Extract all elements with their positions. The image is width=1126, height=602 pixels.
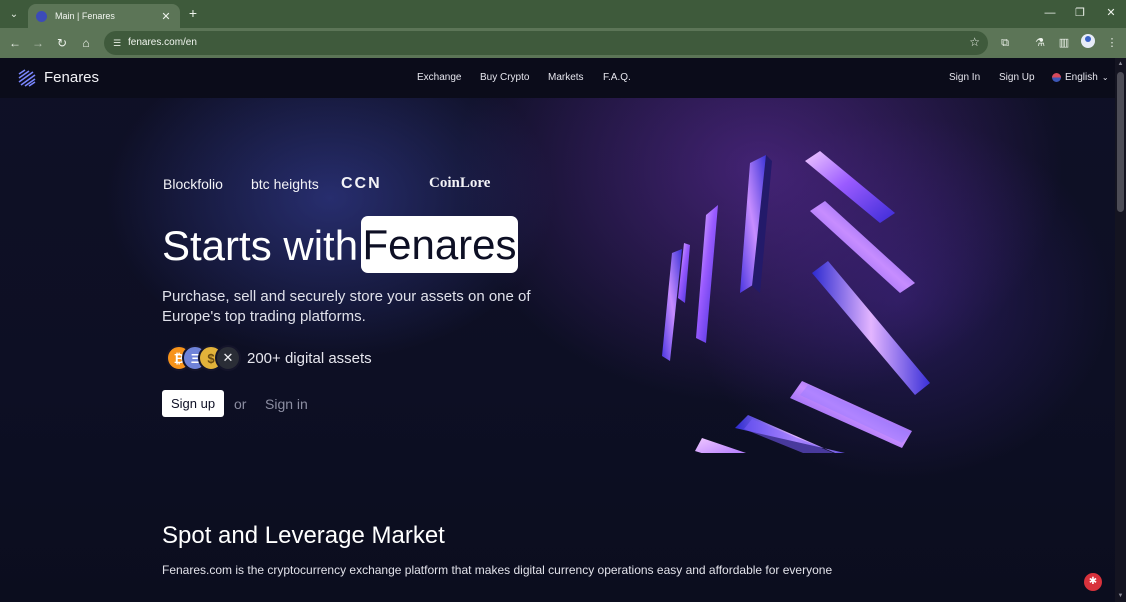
address-bar[interactable]: ☰ fenares.com/en ☆ (104, 31, 988, 55)
scrollbar-thumb[interactable] (1117, 72, 1124, 212)
hero-title: Starts with (162, 222, 359, 269)
hero-title-highlight: Fenares (361, 216, 518, 273)
forward-arrow-icon[interactable]: → (29, 34, 47, 52)
section-description: Fenares.com is the cryptocurrency exchan… (162, 563, 833, 577)
nav-buy-crypto[interactable]: Buy Crypto (480, 72, 529, 83)
header-sign-up-link[interactable]: Sign Up (999, 72, 1035, 83)
brand-name[interactable]: Fenares (44, 69, 99, 86)
side-panel-icon[interactable]: ▥ (1055, 34, 1073, 52)
nav-markets[interactable]: Markets (548, 72, 584, 83)
web-page: Fenares Exchange Buy Crypto Markets F.A.… (0, 58, 1115, 602)
site-info-icon[interactable]: ☰ (110, 36, 124, 50)
profile-avatar-icon[interactable] (1081, 34, 1095, 48)
browser-menu-icon[interactable]: ⋮ (1103, 34, 1121, 52)
reload-icon[interactable]: ↻ (53, 34, 71, 52)
crystal-illustration (662, 151, 930, 453)
new-tab-plus-icon[interactable]: + (185, 5, 201, 21)
page-scrollbar[interactable]: ▲ ▼ (1115, 58, 1126, 602)
home-icon[interactable]: ⌂ (77, 34, 95, 52)
browser-tab-strip: ⌄ Main | Fenares ✕ + — ❐ ✕ (0, 0, 1126, 28)
hero-sign-up-button[interactable]: Sign up (162, 390, 224, 417)
nav-exchange[interactable]: Exchange (417, 72, 461, 83)
language-selector[interactable]: English ⌄ (1052, 72, 1109, 83)
back-arrow-icon[interactable]: ← (6, 34, 24, 52)
hero-subtitle: Purchase, sell and securely store your a… (162, 288, 531, 325)
digital-assets-count: 200+ digital assets (247, 350, 372, 367)
restore-icon[interactable]: ❐ (1071, 5, 1089, 21)
labs-flask-icon[interactable]: ⚗ (1031, 34, 1049, 52)
flag-icon (1052, 73, 1061, 82)
browser-toolbar: ← → ↻ ⌂ ☰ fenares.com/en ☆ ⧉ ⚗ ▥ ⋮ (0, 28, 1126, 58)
tab-favicon-icon (36, 10, 47, 22)
bookmark-star-icon[interactable]: ☆ (969, 35, 980, 49)
browser-tab-active[interactable]: Main | Fenares ✕ (28, 4, 180, 28)
url-text[interactable]: fenares.com/en (128, 37, 197, 48)
coin-icons-group: ₿ Ξ $ ✕ (166, 345, 246, 371)
extensions-puzzle-icon[interactable]: ⧉ (996, 34, 1014, 52)
scroll-down-arrow-icon[interactable]: ▼ (1117, 592, 1124, 600)
partner-logo-ccn: CCN (341, 175, 382, 192)
partner-logo-btc-heights: btc heights (251, 176, 319, 192)
header-sign-in-link[interactable]: Sign In (949, 72, 980, 83)
scroll-up-arrow-icon[interactable]: ▲ (1117, 60, 1124, 68)
tab-search-chevron-icon[interactable]: ⌄ (6, 6, 22, 22)
partner-logo-coinlore: CoinLore (429, 175, 491, 191)
site-header: Fenares Exchange Buy Crypto Markets F.A.… (0, 58, 1115, 98)
language-label: English (1065, 72, 1098, 83)
support-chat-icon[interactable]: ✱ (1084, 573, 1102, 591)
chevron-down-icon: ⌄ (1101, 73, 1109, 82)
or-separator: or (234, 396, 247, 412)
nav-faq[interactable]: F.A.Q. (603, 72, 631, 83)
xrp-icon: ✕ (215, 345, 241, 371)
window-close-icon[interactable]: ✕ (1102, 5, 1120, 21)
partner-logo-blockfolio: Blockfolio (163, 176, 223, 192)
tab-close-icon[interactable]: ✕ (160, 10, 172, 23)
tab-title: Main | Fenares (55, 11, 115, 21)
hero-sign-in-link[interactable]: Sign in (265, 396, 308, 412)
section-title: Spot and Leverage Market (162, 522, 445, 549)
fenares-logo-icon[interactable] (17, 68, 37, 88)
minimize-icon[interactable]: — (1041, 5, 1059, 21)
